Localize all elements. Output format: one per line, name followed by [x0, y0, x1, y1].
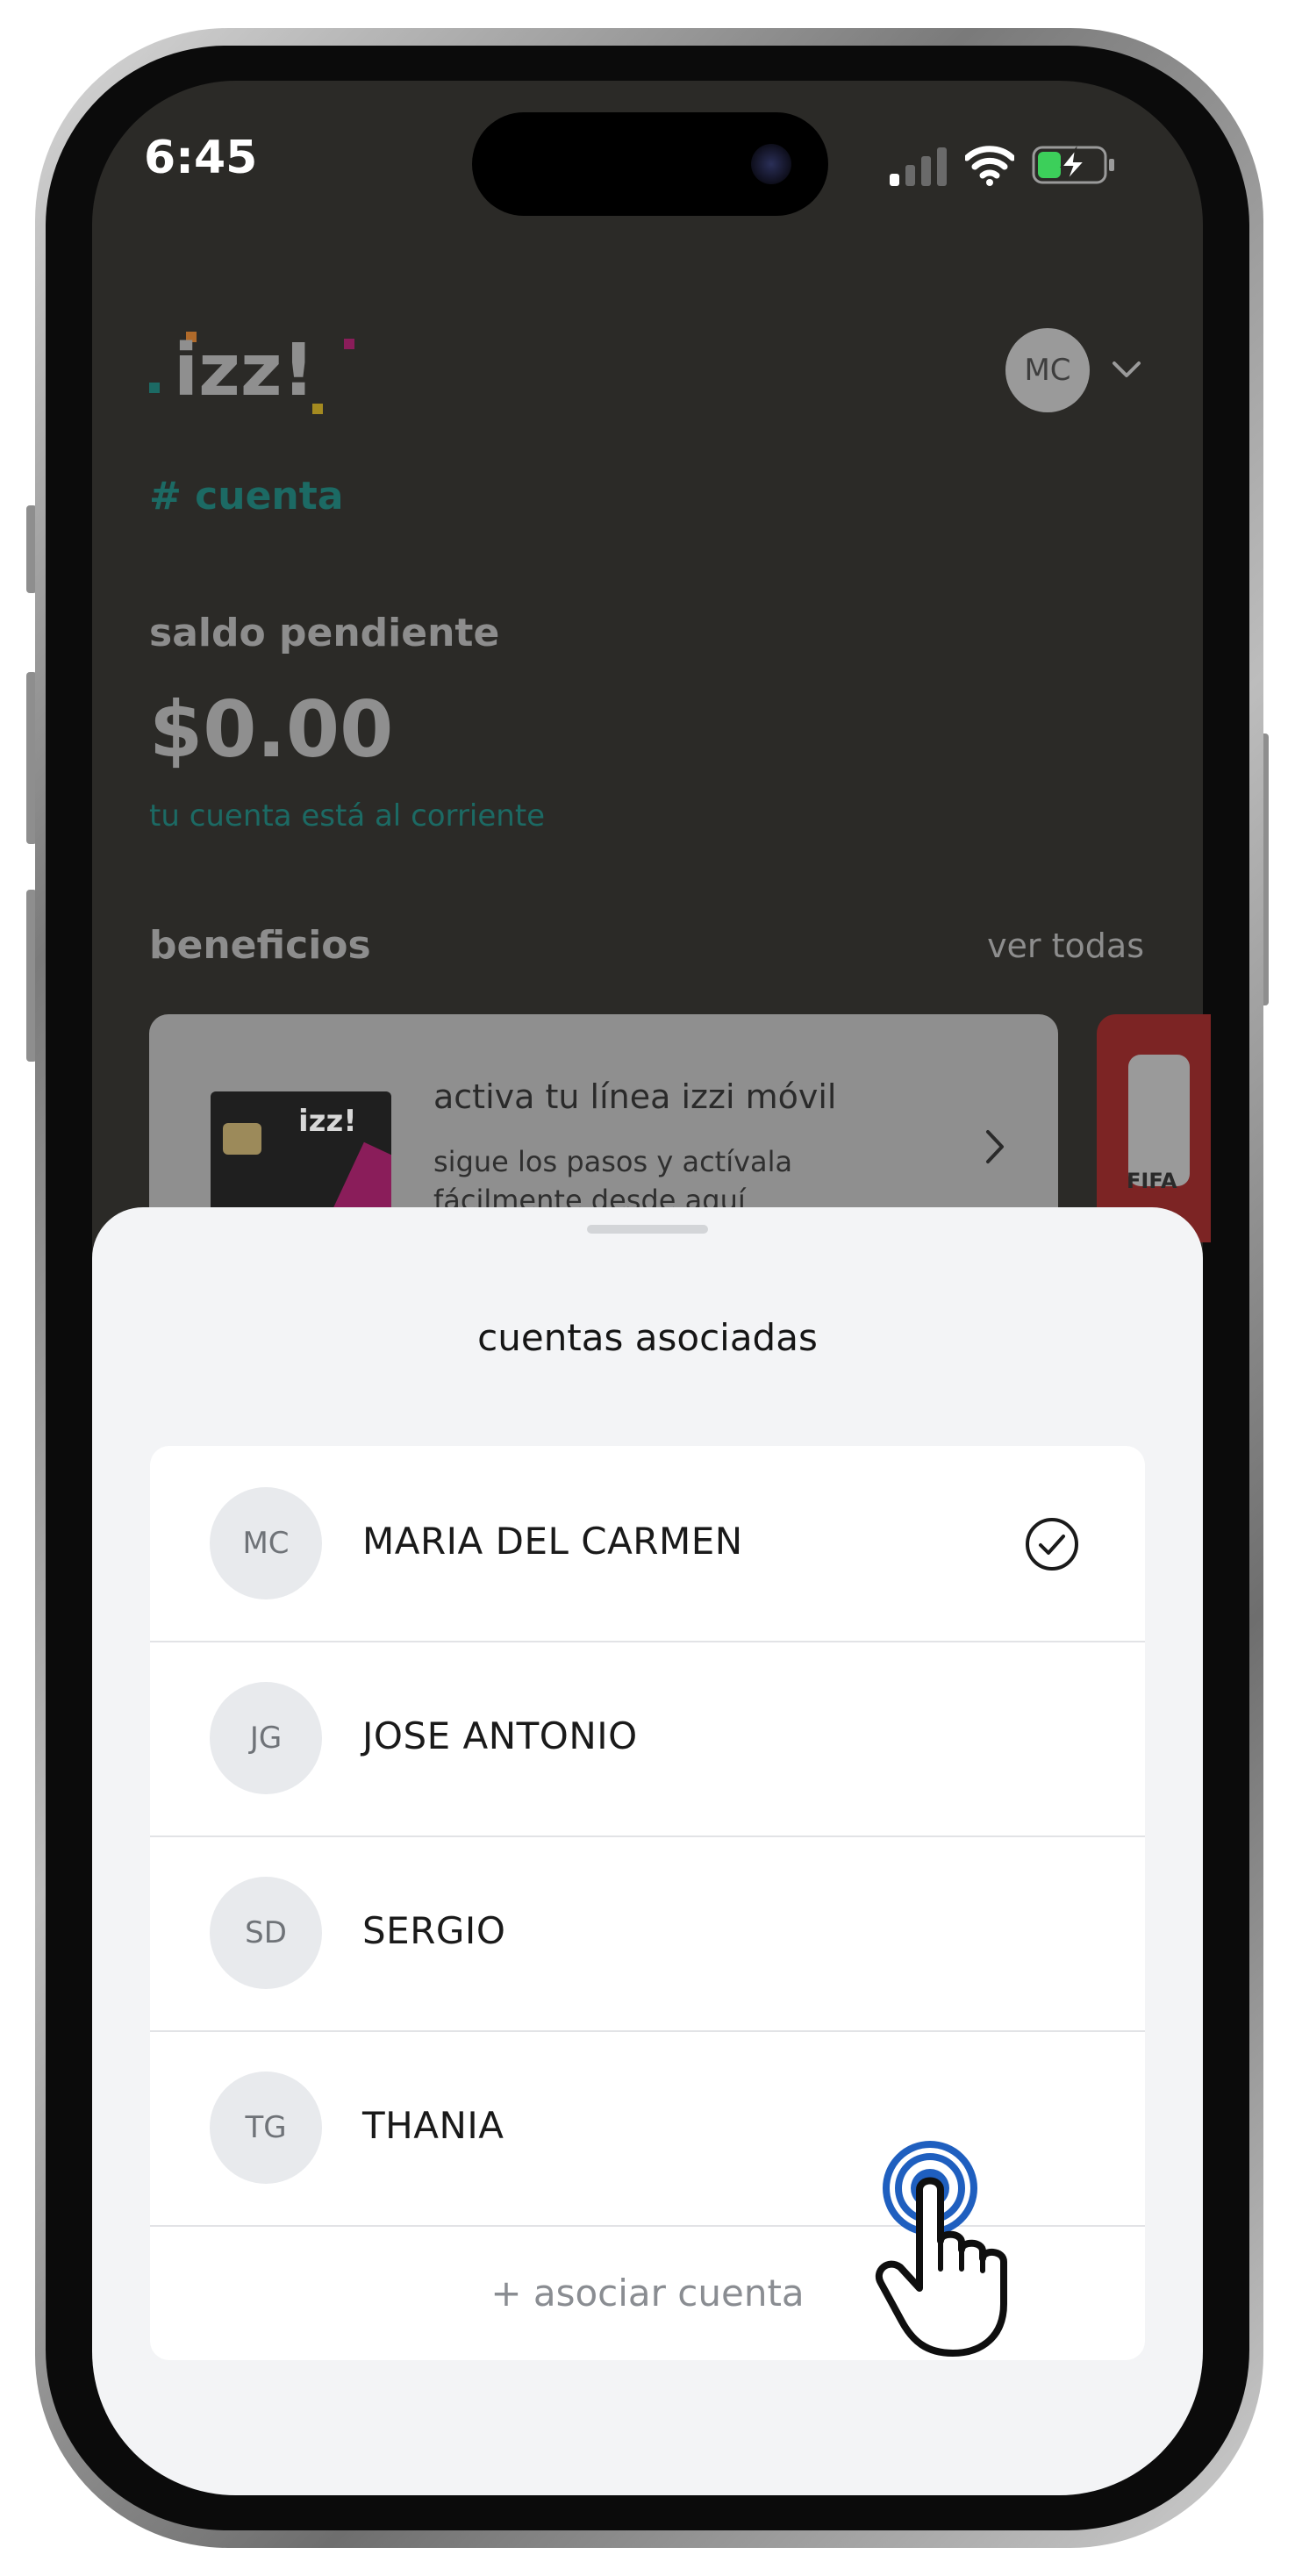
- chevron-right-icon: [986, 1130, 1004, 1163]
- sim-card-brand: izz!: [298, 1104, 357, 1139]
- sim-chip-icon: [223, 1123, 261, 1155]
- account-name: THANIA: [362, 2104, 504, 2147]
- balance-status: tu cuenta está al corriente: [149, 798, 546, 834]
- sheet-drag-handle[interactable]: [587, 1225, 708, 1234]
- account-name: MARIA DEL CARMEN: [362, 1520, 743, 1563]
- benefit-card-title: activa tu línea izzi móvil: [433, 1077, 837, 1116]
- fifa-badge-text: FIFA: [1127, 1169, 1177, 1193]
- sheet-title: cuentas asociadas: [477, 1316, 818, 1359]
- signal-icon: [890, 147, 947, 186]
- balance-amount: $0.00: [149, 684, 394, 775]
- avatar: MC: [210, 1487, 322, 1599]
- camera-icon: [751, 144, 791, 184]
- tap-hand-icon: [876, 2141, 1007, 2357]
- see-all-link[interactable]: ver todas: [930, 927, 1144, 965]
- izzi-logo: izz!: [149, 329, 354, 414]
- section-title: # cuenta: [149, 474, 344, 519]
- svg-text:izz!: izz!: [174, 329, 315, 412]
- account-row-maria-del-carmen[interactable]: MC MARIA DEL CARMEN: [150, 1446, 1145, 1642]
- trophy-icon: [1128, 1055, 1190, 1186]
- account-row-sergio[interactable]: SD SERGIO: [150, 1835, 1145, 2032]
- battery-charging-icon: [1032, 146, 1114, 184]
- status-time: 6:45: [144, 132, 258, 184]
- add-account-label: + asociar cuenta: [490, 2271, 805, 2315]
- account-row-jose-antonio[interactable]: JG JOSE ANTONIO: [150, 1641, 1145, 1837]
- balance-label: saldo pendiente: [149, 611, 500, 655]
- dynamic-island: [472, 112, 828, 216]
- benefits-label: beneficios: [149, 923, 371, 968]
- check-circle-icon: [1026, 1518, 1078, 1571]
- account-name: JOSE ANTONIO: [362, 1714, 638, 1757]
- account-avatar[interactable]: MC: [1005, 328, 1090, 412]
- avatar: SD: [210, 1877, 322, 1989]
- account-name: SERGIO: [362, 1909, 506, 1952]
- wifi-icon: [965, 146, 1014, 186]
- avatar: TG: [210, 2072, 322, 2184]
- avatar: JG: [210, 1682, 322, 1794]
- chevron-down-icon[interactable]: [1109, 353, 1144, 388]
